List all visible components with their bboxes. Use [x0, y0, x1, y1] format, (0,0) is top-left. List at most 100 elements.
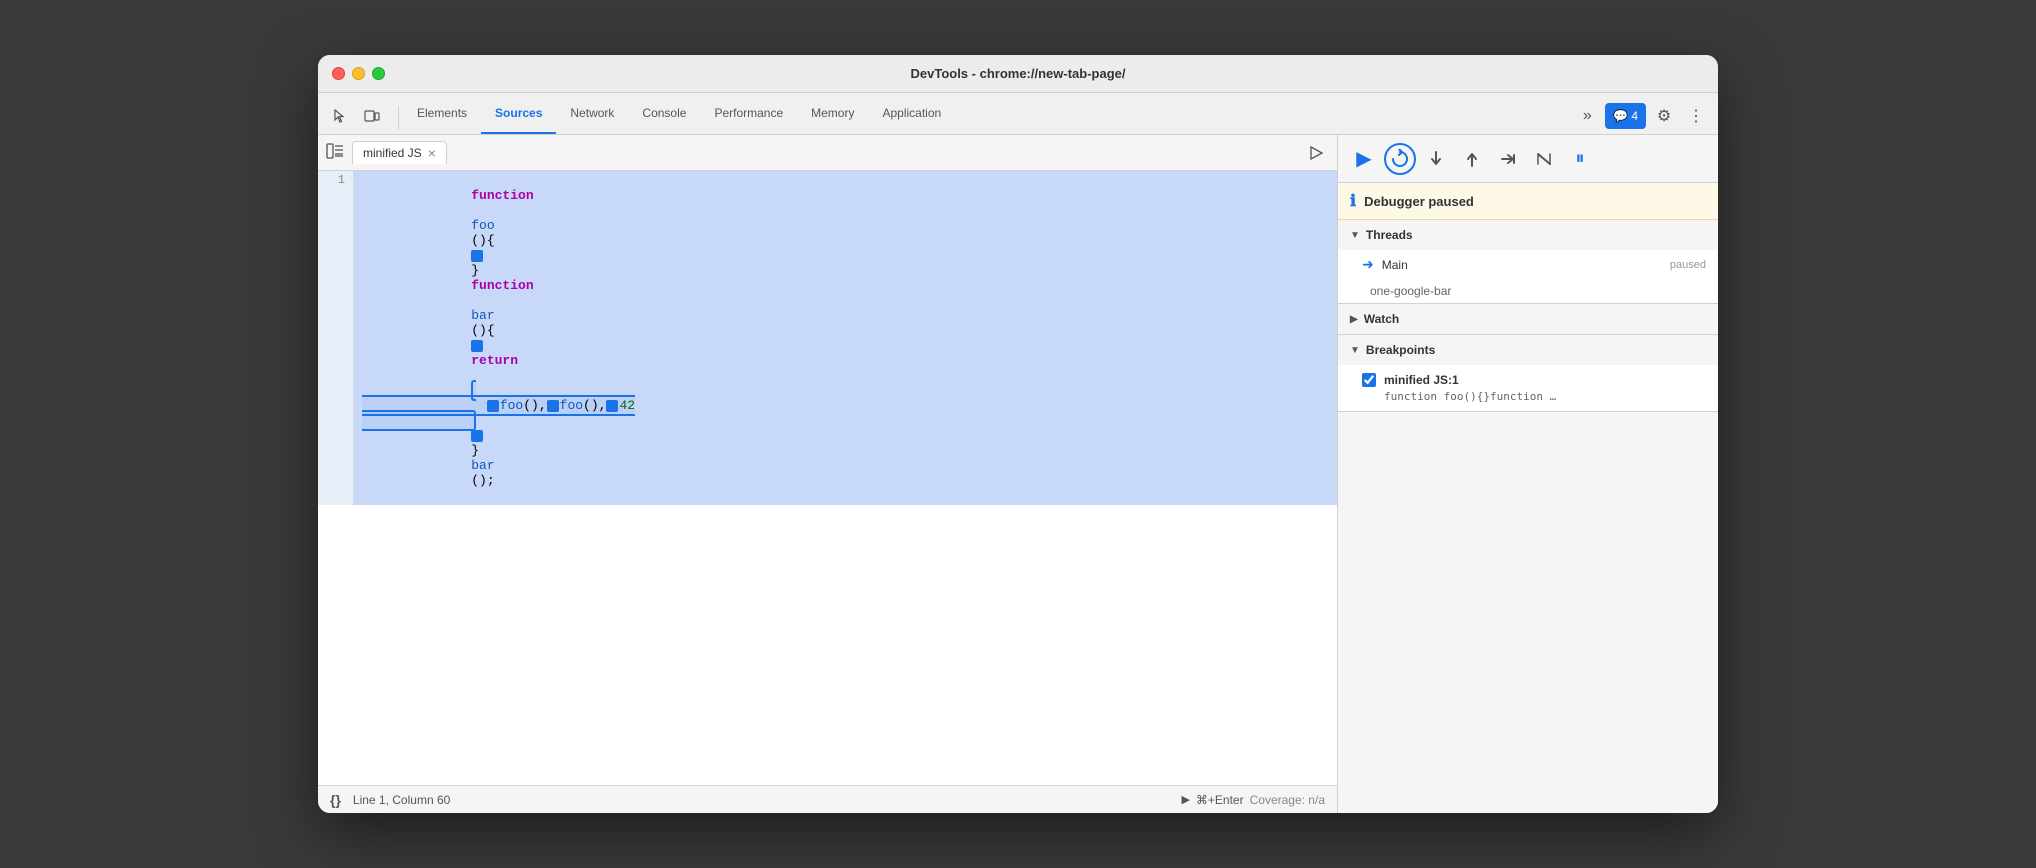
threads-chevron: ▼	[1350, 230, 1360, 241]
pause-on-exceptions-button[interactable]: ⏸	[1564, 143, 1596, 175]
close-button[interactable]	[332, 67, 345, 80]
thread-main-name: Main	[1382, 258, 1670, 272]
coverage-label: Coverage: n/a	[1250, 793, 1325, 807]
tab-performance[interactable]: Performance	[700, 93, 797, 134]
breakpoint-6	[471, 430, 483, 442]
punct6: }	[471, 443, 479, 458]
fn-bar: bar	[471, 308, 494, 323]
step-button[interactable]	[1492, 143, 1524, 175]
tabs-right-actions: » 💬 4 ⚙ ⋮	[1573, 102, 1710, 134]
run-icon: ▶	[1181, 793, 1189, 806]
breakpoint-checkbox-1[interactable]	[1362, 373, 1376, 387]
window-title: DevTools - chrome://new-tab-page/	[910, 66, 1125, 81]
breakpoints-section-header[interactable]: ▼ Breakpoints	[1338, 335, 1718, 365]
step-out-button[interactable]	[1456, 143, 1488, 175]
tab-sources[interactable]: Sources	[481, 93, 556, 134]
punct3: (){	[471, 323, 494, 338]
punct1: (){	[471, 233, 494, 248]
run-snippet-icon[interactable]	[1303, 140, 1329, 166]
cursor-icon[interactable]	[326, 102, 354, 130]
resume-button[interactable]: ▶	[1348, 143, 1380, 175]
breakpoint-row-1: minified JS:1	[1362, 373, 1706, 387]
breakpoint-2	[471, 340, 483, 352]
selection-highlight: foo(),foo(),42	[362, 380, 635, 431]
debugger-content: ℹ Debugger paused ▼ Threads ➜ Main	[1338, 183, 1718, 813]
call-foo1: foo	[500, 398, 523, 413]
breakpoints-title: Breakpoints	[1366, 343, 1435, 357]
call-bar: bar	[471, 458, 494, 473]
traffic-lights	[332, 67, 385, 80]
notifications-button[interactable]: 💬 4	[1605, 103, 1646, 129]
code-editor[interactable]: 1 function foo (){ } function bar (){	[318, 171, 1337, 785]
editor-toolbar: minified JS ×	[318, 135, 1337, 171]
tab-divider	[398, 106, 399, 130]
chat-icon: 💬	[1613, 109, 1628, 123]
sidebar-toggle-icon[interactable]	[326, 142, 344, 163]
debugger-panel: ▶	[1338, 135, 1718, 813]
line-number-1: 1	[318, 171, 354, 505]
thread-one-google-bar[interactable]: one-google-bar	[1338, 279, 1718, 303]
breakpoint-3	[487, 400, 499, 412]
paused-label: Debugger paused	[1364, 194, 1474, 209]
device-toggle-icon[interactable]	[358, 102, 386, 130]
space2	[471, 293, 479, 308]
status-mid: ▶ ⌘+Enter Coverage: n/a	[1181, 793, 1325, 807]
punct5: (),	[583, 398, 606, 413]
info-icon: ℹ	[1350, 191, 1356, 211]
punct4: (),	[523, 398, 546, 413]
titlebar: DevTools - chrome://new-tab-page/	[318, 55, 1718, 93]
editor-toolbar-right	[1303, 140, 1329, 166]
thread-main-status: paused	[1670, 259, 1706, 271]
file-tab-close-icon[interactable]: ×	[428, 146, 436, 160]
tab-elements[interactable]: Elements	[403, 93, 481, 134]
breakpoints-list: minified JS:1 function foo(){}function …	[1338, 365, 1718, 411]
breakpoint-code-1: function foo(){}function …	[1362, 390, 1706, 403]
keyword-function1: function	[471, 188, 533, 203]
call-foo2: foo	[560, 398, 583, 413]
settings-button[interactable]: ⚙	[1650, 102, 1678, 130]
threads-title: Threads	[1366, 228, 1413, 242]
file-tab[interactable]: minified JS ×	[352, 141, 447, 164]
thread-one-google-bar-name: one-google-bar	[1370, 284, 1451, 298]
tab-memory[interactable]: Memory	[797, 93, 868, 134]
more-tabs-button[interactable]: »	[1573, 102, 1601, 130]
tab-icon-group	[326, 102, 386, 134]
devtools-window: DevTools - chrome://new-tab-page/	[318, 55, 1718, 813]
breakpoint-item-1: minified JS:1 function foo(){}function …	[1338, 365, 1718, 411]
tab-console[interactable]: Console	[628, 93, 700, 134]
maximize-button[interactable]	[372, 67, 385, 80]
tab-application[interactable]: Application	[868, 93, 955, 134]
num-42: 42	[619, 398, 635, 413]
step-into-button[interactable]	[1420, 143, 1452, 175]
debugger-paused-banner: ℹ Debugger paused	[1338, 183, 1718, 220]
breakpoints-chevron: ▼	[1350, 345, 1360, 356]
pretty-print-icon[interactable]: {}	[330, 792, 341, 808]
breakpoints-section: ▼ Breakpoints minified JS:1 function foo…	[1338, 335, 1718, 412]
threads-section: ▼ Threads ➜ Main paused one-google-bar	[1338, 220, 1718, 304]
watch-title: Watch	[1364, 312, 1400, 326]
watch-chevron: ▶	[1350, 314, 1358, 325]
threads-list: ➜ Main paused one-google-bar	[1338, 250, 1718, 303]
tabs-bar: Elements Sources Network Console Perform…	[318, 93, 1718, 135]
space	[471, 203, 479, 218]
tab-network[interactable]: Network	[556, 93, 628, 134]
watch-section-header[interactable]: ▶ Watch	[1338, 304, 1718, 334]
keyword-function2: function	[471, 278, 533, 293]
file-tab-label: minified JS	[363, 146, 422, 160]
deactivate-breakpoints-button[interactable]	[1528, 143, 1560, 175]
punct2: }	[471, 263, 479, 278]
minimize-button[interactable]	[352, 67, 365, 80]
fn-foo: foo	[471, 218, 494, 233]
thread-main[interactable]: ➜ Main paused	[1338, 250, 1718, 279]
main-content: minified JS × 1	[318, 135, 1718, 813]
breakpoint-1	[471, 250, 483, 262]
cursor-position: Line 1, Column 60	[353, 793, 450, 807]
watch-section: ▶ Watch	[1338, 304, 1718, 335]
debugger-toolbar: ▶	[1338, 135, 1718, 183]
run-shortcut: ⌘+Enter	[1196, 793, 1244, 807]
more-options-button[interactable]: ⋮	[1682, 102, 1710, 130]
keyword-return: return	[471, 353, 518, 368]
step-over-button[interactable]	[1384, 143, 1416, 175]
threads-section-header[interactable]: ▼ Threads	[1338, 220, 1718, 250]
breakpoint-4	[547, 400, 559, 412]
